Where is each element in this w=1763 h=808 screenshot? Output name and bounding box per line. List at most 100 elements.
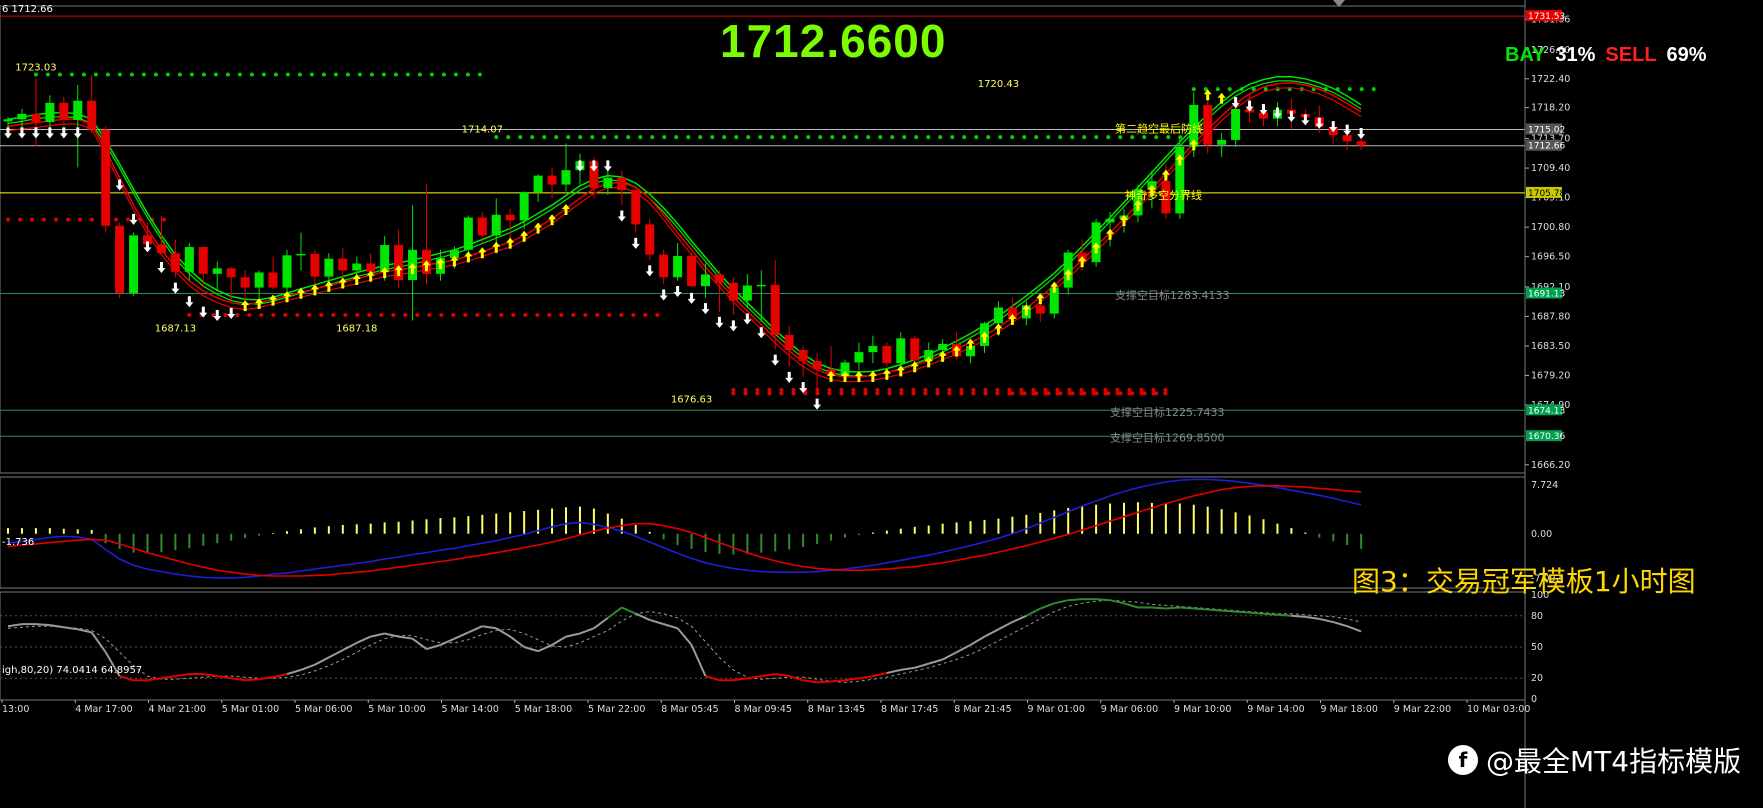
signal-dot xyxy=(710,135,715,140)
chart-canvas[interactable]: 1723.03 1687.13 1687.18 1714.07 1676.63 1720.… xyxy=(0,0,1763,808)
signal-dot xyxy=(223,313,228,318)
signal-dot xyxy=(477,72,482,77)
price-tick-label: 1696.50 xyxy=(1531,252,1570,263)
candle-body xyxy=(212,268,222,274)
signal-dot xyxy=(81,72,86,77)
stoch-main-segment xyxy=(705,675,720,682)
chart-window[interactable]: 1723.03 1687.13 1687.18 1714.07 1676.63 1720.… xyxy=(0,0,1763,808)
signal-dot xyxy=(631,313,636,318)
signal-dot xyxy=(911,387,916,392)
signal-dot xyxy=(1227,87,1232,92)
stoch-tick-label: 20 xyxy=(1531,673,1543,684)
signal-dot xyxy=(1055,387,1060,392)
extreme-price-label: 1723.03 xyxy=(15,63,56,74)
signal-dot xyxy=(878,135,883,140)
time-tick-label: 8 Mar 13:45 xyxy=(808,704,865,715)
signal-dot xyxy=(463,313,468,318)
candle-body xyxy=(714,274,724,283)
signal-dot xyxy=(357,72,362,77)
signal-dot xyxy=(129,72,134,77)
candle-body xyxy=(770,284,780,335)
signal-dot xyxy=(259,313,264,318)
signal-dot xyxy=(950,135,955,140)
level-label: 支撑空目标1283.4133 xyxy=(1115,288,1230,302)
signal-dot xyxy=(827,387,832,392)
signal-dot xyxy=(1166,135,1171,140)
level-label: 神奇多空分界线 xyxy=(1125,188,1202,202)
signal-dot xyxy=(974,135,979,140)
macd-info: -1.736 xyxy=(2,537,35,548)
candle-body xyxy=(798,350,808,362)
signal-dot xyxy=(1106,135,1111,140)
candle-body xyxy=(1356,141,1366,146)
candle-body xyxy=(701,274,710,287)
stoch-main-segment xyxy=(621,606,637,615)
chart-caption: 图3：交易冠军模板1小时图 xyxy=(1352,565,1696,598)
candle-body xyxy=(756,284,766,287)
signal-dot xyxy=(247,313,252,318)
stoch-main-segment xyxy=(63,626,78,631)
time-tick-label: 5 Mar 06:00 xyxy=(295,704,352,715)
signal-dot xyxy=(487,313,492,318)
candle-body xyxy=(1217,139,1227,145)
signal-dot xyxy=(595,313,600,318)
time-tick-label: 5 Mar 22:00 xyxy=(588,704,645,715)
candle-body xyxy=(324,258,334,277)
stoch-main-segment xyxy=(1179,606,1194,610)
signal-dot xyxy=(90,217,94,222)
stoch-main-segment xyxy=(579,627,595,635)
signal-dot xyxy=(887,391,892,396)
candle-body xyxy=(87,100,97,130)
signal-dot xyxy=(923,387,928,392)
down-arrow-icon xyxy=(603,160,612,172)
brand-icon: f xyxy=(1448,745,1478,775)
stoch-main-segment xyxy=(1193,607,1208,611)
time-tick-label: 4 Mar 21:00 xyxy=(149,704,206,715)
signal-dot xyxy=(1007,387,1012,392)
signal-dot xyxy=(971,391,976,396)
signal-dot xyxy=(1103,387,1108,392)
signal-dot xyxy=(1058,135,1063,140)
level-label: 支撑空目标1269.8500 xyxy=(1110,430,1225,444)
time-tick-label: 5 Mar 18:00 xyxy=(515,704,572,715)
signal-dot xyxy=(1070,135,1075,140)
signal-dot xyxy=(755,391,760,396)
extreme-price-label: 1676.63 xyxy=(671,394,712,405)
stoch-main-segment xyxy=(1305,615,1320,620)
stoch-main-segment xyxy=(537,644,553,653)
candle-body xyxy=(310,253,320,277)
candle-body xyxy=(882,345,892,364)
signal-dot xyxy=(995,391,1000,396)
signal-dot xyxy=(947,391,952,396)
signal-dot xyxy=(767,391,772,396)
stoch-main-segment xyxy=(258,676,274,681)
signal-dot xyxy=(201,72,206,77)
candle-body xyxy=(115,225,125,294)
stoch-main-segment xyxy=(411,637,428,650)
signal-dot xyxy=(983,387,988,392)
stoch-main-segment xyxy=(523,646,539,653)
signal-dot xyxy=(559,313,564,318)
signal-dot xyxy=(818,135,823,140)
candle-body xyxy=(1203,104,1213,145)
stoch-tick-label: 80 xyxy=(1531,611,1543,622)
signal-dot xyxy=(69,72,74,77)
signal-dot xyxy=(971,387,976,392)
signal-dot xyxy=(367,313,372,318)
signal-dot xyxy=(779,387,784,392)
signal-dot xyxy=(1191,87,1196,92)
signal-dot xyxy=(995,387,1000,392)
stoch-main-segment xyxy=(970,635,986,646)
signal-dot xyxy=(465,72,470,77)
signal-dot xyxy=(770,135,775,140)
signal-dot xyxy=(1118,135,1123,140)
up-arrow-icon xyxy=(1203,89,1212,101)
signal-dot xyxy=(391,313,396,318)
signal-dot xyxy=(986,135,991,140)
signal-dot xyxy=(506,135,511,140)
signal-dot xyxy=(369,72,374,77)
signal-dot xyxy=(655,313,660,318)
signal-dot xyxy=(189,72,194,77)
shift-marker-icon[interactable] xyxy=(1333,0,1345,7)
symbol-info: 6 1712.66 xyxy=(2,4,53,15)
